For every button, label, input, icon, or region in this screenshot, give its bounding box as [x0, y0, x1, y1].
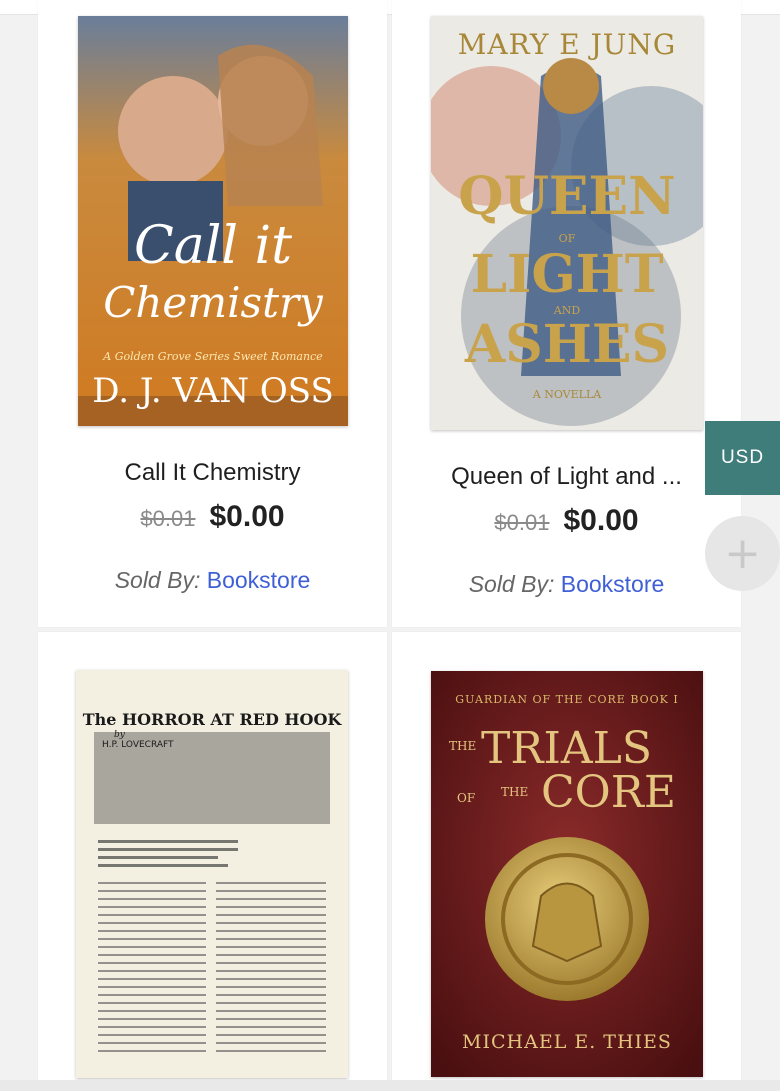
product-card[interactable]: MARY E JUNG QUEEN OF LIGHT AND ASHES A N… [392, 0, 741, 627]
cover-series: A Golden Grove Series Sweet Romance [103, 350, 323, 363]
product-title[interactable]: Queen of Light and ... [392, 463, 741, 491]
cover-title-line2: Chemistry [103, 278, 323, 327]
sale-price: $0.00 [209, 500, 285, 533]
original-price: $0.01 [140, 506, 196, 531]
currency-switcher[interactable]: USD [705, 421, 780, 495]
book-cover[interactable]: The HORROR AT RED HOOK by H.P. LOVECRAFT [76, 670, 348, 1078]
original-price: $0.01 [494, 510, 550, 535]
sold-by-label: Sold By: [468, 571, 555, 597]
cover-title-core: CORE [541, 767, 676, 818]
cover-title-the: THE [449, 739, 477, 753]
cover-title-the-2: THE [501, 785, 529, 799]
book-cover[interactable]: Call it Chemistry A Golden Grove Series … [78, 16, 348, 426]
cover-title-queen: QUEEN [458, 166, 676, 227]
plus-button[interactable]: + [705, 516, 780, 591]
product-card[interactable]: Call it Chemistry A Golden Grove Series … [38, 0, 387, 627]
cover-title-line1: Call it [133, 216, 293, 276]
cover-author: D. J. VAN OSS [92, 371, 334, 411]
sold-by: Sold By: Bookstore [38, 567, 387, 594]
sale-price: $0.00 [563, 504, 639, 537]
cover-author: H.P. LOVECRAFT [102, 740, 174, 750]
cover-title-ashes: ASHES [464, 314, 670, 375]
price-row: $0.01 $0.00 [392, 504, 741, 538]
sold-by: Sold By: Bookstore [392, 571, 741, 598]
cover-tag: A NOVELLA [532, 388, 602, 401]
cover-author: MARY E JUNG [457, 28, 677, 61]
cover-title: The HORROR AT RED HOOK [82, 710, 342, 729]
product-card[interactable]: GUARDIAN OF THE CORE BOOK I THE TRIALS O… [392, 632, 741, 1091]
book-cover[interactable]: GUARDIAN OF THE CORE BOOK I THE TRIALS O… [431, 671, 703, 1077]
bottom-edge [0, 1080, 780, 1091]
price-row: $0.01 $0.00 [38, 500, 387, 534]
seller-link[interactable]: Bookstore [561, 571, 665, 597]
book-cover[interactable]: MARY E JUNG QUEEN OF LIGHT AND ASHES A N… [431, 16, 703, 430]
cover-by: by [114, 730, 125, 740]
product-title[interactable]: Call It Chemistry [38, 459, 387, 487]
seller-link[interactable]: Bookstore [207, 567, 311, 593]
sold-by-label: Sold By: [114, 567, 201, 593]
cover-author: MICHAEL E. THIES [462, 1031, 672, 1053]
plus-icon: + [724, 528, 761, 579]
cover-series: GUARDIAN OF THE CORE BOOK I [455, 693, 679, 706]
cover-title-of: OF [457, 791, 476, 805]
product-card[interactable]: The HORROR AT RED HOOK by H.P. LOVECRAFT [38, 632, 387, 1091]
cover-title-light: LIGHT [470, 244, 664, 305]
